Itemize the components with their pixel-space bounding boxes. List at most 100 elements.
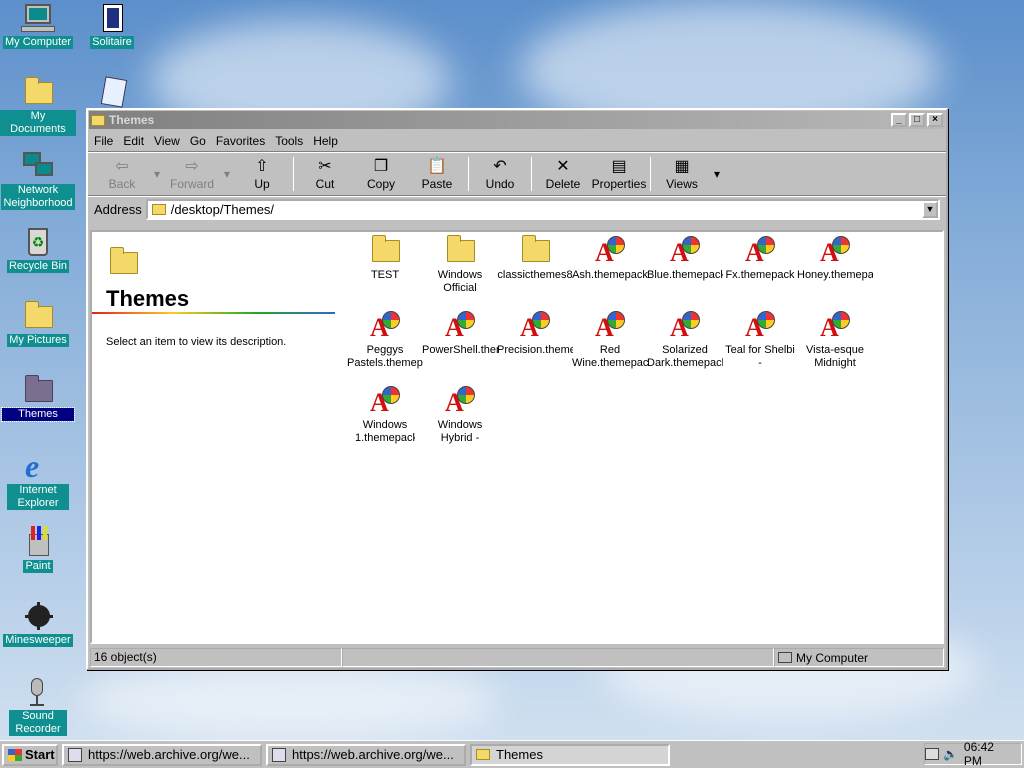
- menu-go[interactable]: Go: [190, 134, 206, 148]
- file-item[interactable]: A Fx.themepack: [722, 234, 798, 282]
- taskbar-task-browser-1[interactable]: https://web.archive.org/we...: [62, 743, 262, 766]
- desktop-icon-recycle-bin[interactable]: ♻ Recycle Bin: [0, 226, 76, 273]
- paste-button[interactable]: 📋 Paste: [409, 157, 465, 191]
- folder-icon: [21, 300, 55, 332]
- file-item[interactable]: Windows Official: [422, 234, 498, 295]
- views-icon: ▦: [674, 158, 690, 175]
- file-item[interactable]: A Vista-esque Midnight: [797, 309, 873, 370]
- forward-label: Forward: [169, 177, 214, 191]
- menu-tools[interactable]: Tools: [275, 134, 303, 148]
- paste-label: Paste: [421, 177, 453, 191]
- maximize-button[interactable]: □: [909, 113, 925, 127]
- close-button[interactable]: ×: [927, 113, 943, 127]
- menu-help[interactable]: Help: [313, 134, 338, 148]
- file-item[interactable]: APowerShell.themep: [422, 309, 498, 357]
- desktop-icon-label: Internet Explorer: [7, 484, 69, 510]
- menu-file[interactable]: File: [94, 134, 113, 148]
- desktop-icon-paint[interactable]: Paint: [0, 526, 76, 573]
- desktop-icon-internet-explorer[interactable]: e Internet Explorer: [0, 450, 76, 510]
- start-button[interactable]: Start: [2, 743, 58, 766]
- views-button[interactable]: ▦ Views: [654, 157, 710, 191]
- file-item[interactable]: A Windows 1.themepack: [347, 384, 423, 445]
- address-value: /desktop/Themes/: [170, 202, 275, 217]
- folder-icon: [151, 204, 166, 215]
- forward-dropdown[interactable]: ▾: [220, 167, 234, 181]
- task-label: https://web.archive.org/we...: [292, 747, 454, 762]
- cards-icon: [95, 2, 129, 34]
- back-arrow-icon: ⇦: [115, 158, 129, 175]
- desktop-icon-minesweeper[interactable]: Minesweeper: [0, 600, 76, 647]
- network-icon: [21, 150, 55, 182]
- clock[interactable]: 06:42 PM: [964, 740, 1015, 768]
- desktop-icon-notepad[interactable]: [74, 76, 150, 108]
- volume-icon[interactable]: 🔈: [943, 747, 958, 761]
- views-label: Views: [666, 177, 698, 191]
- desktop-icon-my-documents[interactable]: My Documents: [0, 76, 76, 136]
- minimize-button[interactable]: _: [891, 113, 907, 127]
- desktop-icon-my-pictures[interactable]: My Pictures: [0, 300, 76, 347]
- desktop-icon-sound-recorder[interactable]: Sound Recorder: [0, 676, 76, 736]
- scissors-icon: ✂: [318, 158, 332, 175]
- taskbar-task-browser-2[interactable]: https://web.archive.org/we...: [266, 743, 466, 766]
- forward-arrow-icon: ⇨: [185, 158, 199, 175]
- menu-view[interactable]: View: [154, 134, 180, 148]
- back-dropdown[interactable]: ▾: [150, 167, 164, 181]
- desktop-icon-themes[interactable]: Themes: [0, 374, 76, 422]
- window-title: Themes: [109, 113, 155, 127]
- file-item[interactable]: A Blue.themepack: [647, 234, 723, 282]
- browser-icon: [272, 747, 286, 762]
- browser-icon: [68, 747, 82, 762]
- desktop-icon-network-neighborhood[interactable]: Network Neighborhood: [0, 150, 76, 210]
- scheduler-icon[interactable]: [925, 748, 939, 760]
- copy-button[interactable]: ❐ Copy: [353, 157, 409, 191]
- theme-file-icon: A: [443, 384, 477, 416]
- desktop-icon-my-computer[interactable]: My Computer: [0, 2, 76, 49]
- back-button[interactable]: ⇦ Back: [94, 157, 150, 191]
- up-button[interactable]: ⇧ Up: [234, 157, 290, 191]
- cut-button[interactable]: ✂ Cut: [297, 157, 353, 191]
- desktop-icon-label: My Pictures: [7, 334, 69, 347]
- file-item[interactable]: A Ash.themepack: [572, 234, 648, 282]
- copy-icon: ❐: [373, 158, 389, 175]
- menu-favorites[interactable]: Favorites: [216, 134, 265, 148]
- folder-icon: [21, 374, 55, 406]
- taskbar: Start https://web.archive.org/we... http…: [0, 740, 1024, 768]
- file-item[interactable]: APeggys Pastels.themepac: [347, 309, 423, 370]
- file-item[interactable]: ATeal for Shelbi - Dark.themepack: [722, 309, 798, 370]
- address-label: Address: [94, 202, 142, 217]
- file-item[interactable]: APrecision.themepa: [497, 309, 573, 357]
- file-item[interactable]: A Honey.themepac: [797, 234, 873, 282]
- status-zone-label: My Computer: [796, 650, 869, 665]
- address-input[interactable]: /desktop/Themes/ ▼: [145, 199, 940, 220]
- undo-button[interactable]: ↶ Undo: [472, 157, 528, 191]
- theme-file-icon: A: [368, 384, 402, 416]
- title-bar[interactable]: Themes _ □ ×: [89, 111, 945, 129]
- desktop-icon-solitaire[interactable]: Solitaire: [74, 2, 150, 49]
- properties-button[interactable]: ▤ Properties: [591, 157, 647, 191]
- heading-divider: [92, 312, 335, 314]
- file-item[interactable]: classicthemes8: [497, 234, 573, 282]
- forward-button[interactable]: ⇨ Forward: [164, 157, 220, 191]
- file-item[interactable]: A Red Wine.themepack: [572, 309, 648, 370]
- toolbar-separator: [531, 157, 532, 191]
- file-item[interactable]: TEST: [347, 234, 423, 282]
- copy-label: Copy: [366, 177, 395, 191]
- folder-icon: [21, 76, 55, 108]
- folder-icon: [518, 234, 552, 266]
- undo-label: Undo: [485, 177, 515, 191]
- taskbar-task-themes[interactable]: Themes: [470, 743, 670, 766]
- up-folder-icon: ⇧: [255, 158, 269, 175]
- theme-file-icon: A: [743, 309, 777, 341]
- views-dropdown[interactable]: ▾: [710, 167, 724, 181]
- file-item[interactable]: A Solarized Dark.themepack: [647, 309, 723, 370]
- file-item[interactable]: A Windows Hybrid -: [422, 384, 498, 445]
- theme-file-icon: A: [593, 234, 627, 266]
- status-bar: 16 object(s) My Computer: [90, 648, 944, 668]
- address-dropdown-button[interactable]: ▼: [922, 201, 938, 218]
- paint-icon: [21, 526, 55, 558]
- clipboard-icon: 📋: [427, 158, 447, 175]
- delete-label: Delete: [545, 177, 581, 191]
- delete-button[interactable]: ✕ Delete: [535, 157, 591, 191]
- menu-edit[interactable]: Edit: [123, 134, 144, 148]
- desktop-icon-label: Themes: [1, 407, 75, 422]
